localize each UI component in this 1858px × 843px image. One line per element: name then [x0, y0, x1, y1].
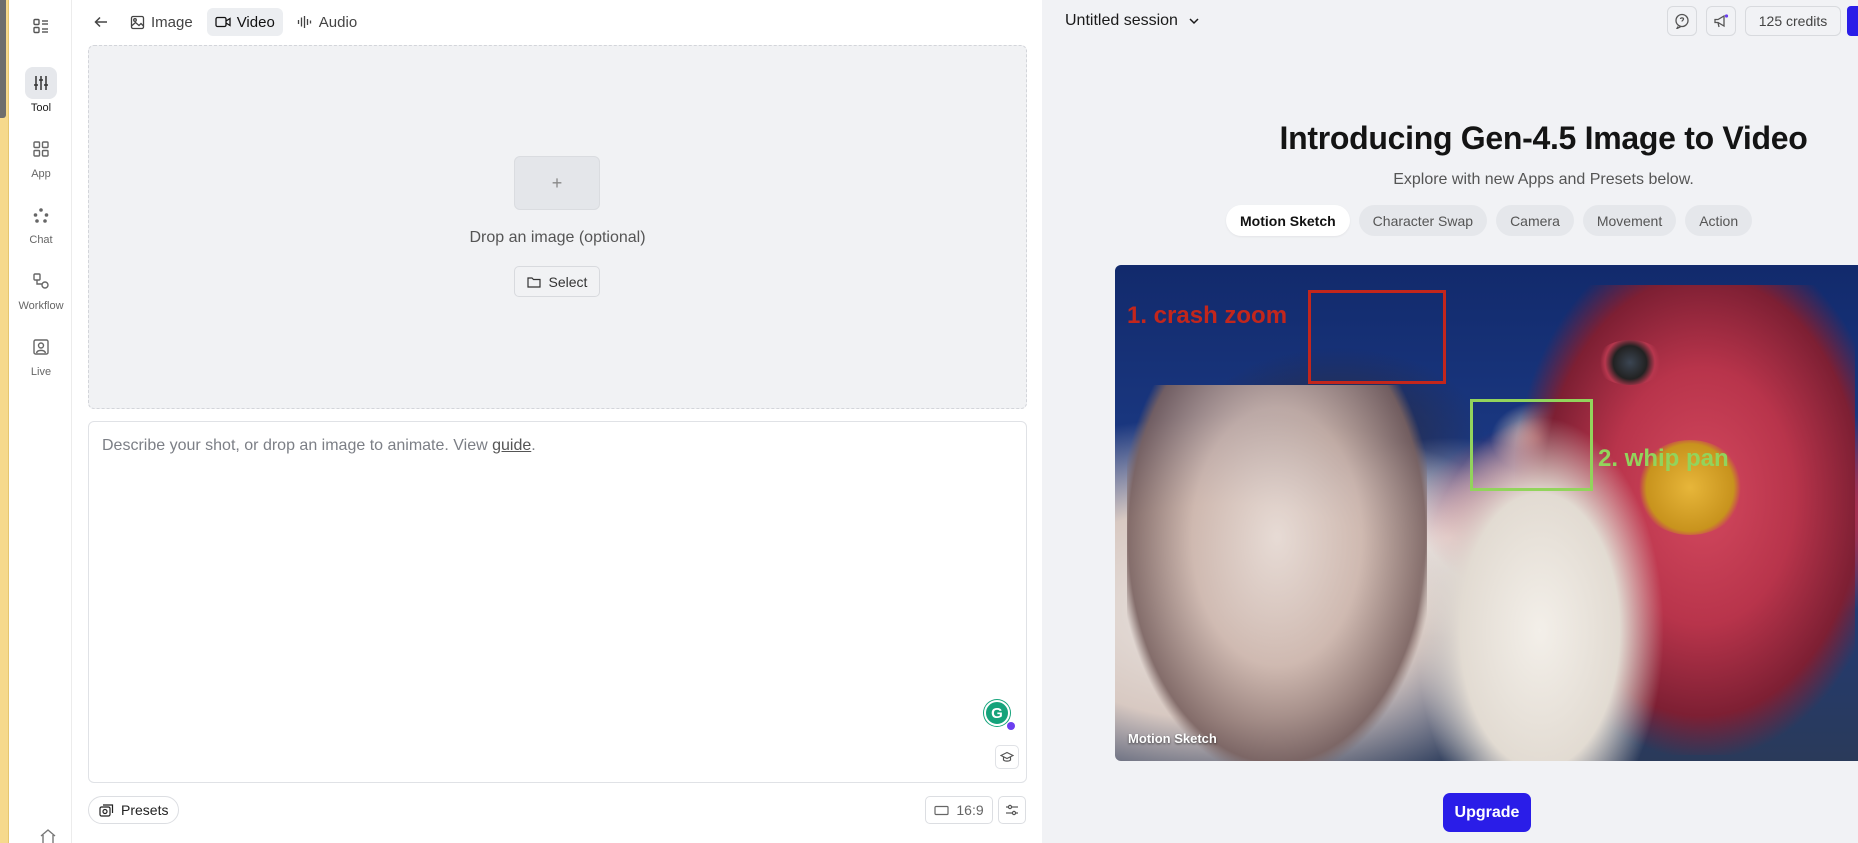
placeholder-text: Describe your shot, or drop an image to …	[102, 437, 493, 454]
select-label: Select	[548, 273, 588, 290]
preview-caption: Motion Sketch	[1128, 731, 1217, 746]
dropzone-text: Drop an image (optional)	[469, 229, 646, 246]
window-edge-strip	[0, 0, 9, 843]
tab-label: Video	[236, 13, 275, 31]
preset-chips: Motion Sketch Character Swap Camera Move…	[1226, 205, 1753, 236]
upgrade-button[interactable]: Upgrade	[1443, 793, 1531, 832]
grid-icon	[25, 133, 57, 165]
sidebar-item-live[interactable]: Live	[10, 331, 72, 378]
chip-action[interactable]: Action	[1685, 205, 1753, 236]
add-image-button[interactable]: +	[514, 156, 600, 210]
aspect-ratio-icon	[934, 805, 949, 815]
arrow-left-icon	[94, 16, 107, 28]
preview-image[interactable]: 1. crash zoom 2. whip pan Motion Sketch	[1115, 265, 1858, 761]
chip-movement[interactable]: Movement	[1582, 205, 1677, 236]
image-icon	[130, 15, 145, 29]
sidebar-item-chat[interactable]: Chat	[10, 199, 72, 246]
hero-subtitle: Explore with new Apps and Presets below.	[1393, 171, 1694, 188]
tab-label: Image	[151, 13, 193, 31]
settings-sliders-icon	[1006, 804, 1018, 816]
session-title: Untitled session	[1065, 12, 1178, 29]
sliders-icon	[25, 67, 57, 99]
graduation-cap-icon[interactable]	[995, 745, 1019, 769]
hero-title: Introducing Gen-4.5 Image to Video	[1279, 120, 1808, 156]
audio-icon	[297, 16, 311, 28]
sidebar-item-label: Tool	[30, 102, 52, 114]
tab-video[interactable]: Video	[206, 8, 283, 36]
sidebar: Tool App Chat Workflow Live	[10, 0, 72, 843]
window-edge-handle	[0, 0, 6, 118]
woman-figure	[1127, 385, 1427, 761]
crash-zoom-box	[1308, 290, 1446, 384]
credits-badge[interactable]: 125 credits	[1745, 6, 1841, 36]
back-button[interactable]	[86, 8, 116, 36]
image-dropzone[interactable]: + Drop an image (optional) Select	[88, 45, 1027, 409]
megaphone-icon	[1714, 14, 1729, 28]
grammarly-status-dot	[1007, 722, 1015, 730]
dots-icon	[25, 199, 57, 231]
prompt-input[interactable]: Describe your shot, or drop an image to …	[88, 421, 1027, 783]
chat-bubble-icon	[1675, 13, 1689, 29]
grammarly-icon[interactable]: G	[984, 700, 1010, 726]
sidebar-item-label: App	[31, 168, 51, 180]
video-icon	[215, 16, 231, 28]
guide-link[interactable]: guide	[492, 437, 531, 454]
placeholder-end: .	[531, 437, 536, 454]
tab-image[interactable]: Image	[122, 8, 201, 36]
whip-pan-label: 2. whip pan	[1598, 445, 1729, 472]
select-image-button[interactable]: Select	[514, 266, 600, 297]
home-icon[interactable]	[39, 827, 57, 843]
chip-motion-sketch[interactable]: Motion Sketch	[1226, 205, 1350, 236]
announcements-button[interactable]	[1706, 6, 1736, 36]
mode-tabs: Image Video Audio	[86, 8, 365, 36]
presets-button[interactable]: Presets	[88, 796, 180, 824]
robot-eye	[1595, 340, 1665, 385]
aspect-ratio-label: 16:9	[956, 802, 984, 818]
sidebar-item-label: Workflow	[18, 300, 64, 312]
chip-camera[interactable]: Camera	[1496, 205, 1574, 236]
workflow-icon	[25, 265, 57, 297]
sidebar-item-tool[interactable]: Tool	[10, 67, 72, 114]
tab-audio[interactable]: Audio	[289, 8, 365, 36]
generation-panel: Image Video Audio + Drop an image (optio…	[72, 0, 1042, 843]
sidebar-item-label: Live	[30, 366, 52, 378]
session-selector[interactable]: Untitled session	[1065, 10, 1200, 32]
aspect-ratio-button[interactable]: 16:9	[925, 796, 993, 824]
feedback-button[interactable]	[1667, 6, 1697, 36]
presets-icon	[99, 803, 114, 817]
account-button[interactable]	[1847, 6, 1858, 36]
chip-character-swap[interactable]: Character Swap	[1358, 205, 1488, 236]
live-icon	[25, 331, 57, 363]
tab-label: Audio	[318, 13, 358, 31]
chevron-down-icon	[1189, 18, 1199, 25]
sidebar-item-app[interactable]: App	[10, 133, 72, 180]
presets-label: Presets	[121, 802, 169, 818]
crash-zoom-label: 1. crash zoom	[1127, 302, 1288, 329]
panel-toggle-icon[interactable]	[29, 14, 53, 38]
showcase-panel: Untitled session 125 credits Introducing…	[1042, 0, 1858, 843]
folder-icon	[526, 276, 541, 288]
settings-button[interactable]	[998, 796, 1026, 824]
whip-pan-box	[1470, 399, 1593, 491]
sidebar-item-label: Chat	[29, 234, 53, 246]
prompt-placeholder: Describe your shot, or drop an image to …	[102, 437, 536, 455]
sidebar-item-workflow[interactable]: Workflow	[10, 265, 72, 312]
